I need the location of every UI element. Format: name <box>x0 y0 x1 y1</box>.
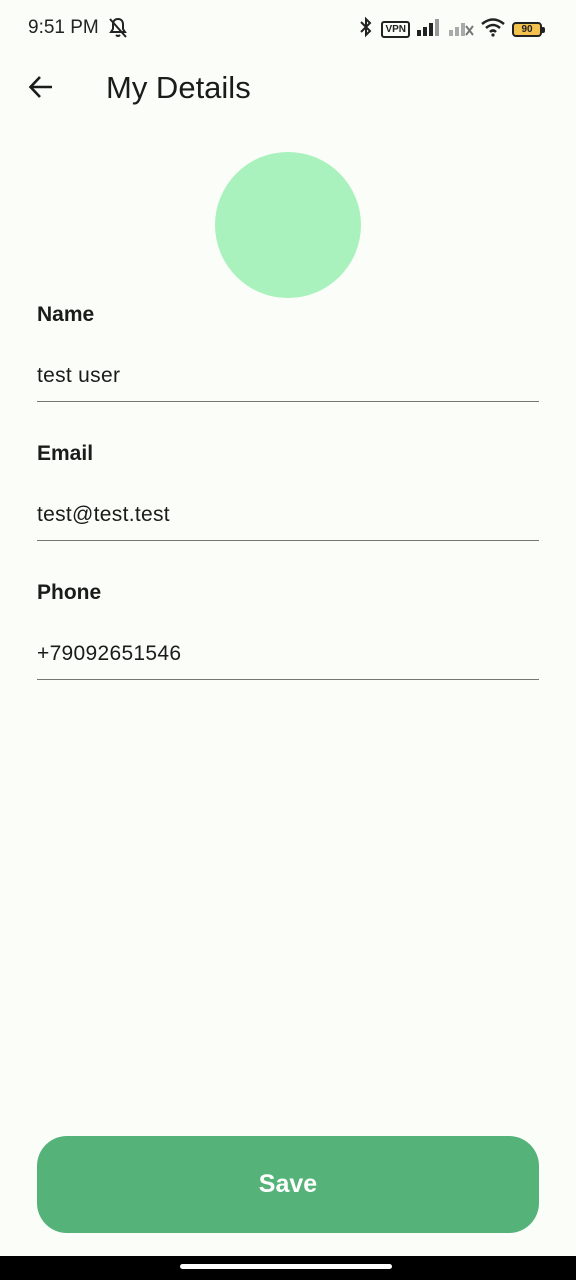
navigation-bar <box>0 1256 576 1280</box>
signal-icon <box>416 18 442 41</box>
battery-level: 90 <box>521 23 533 35</box>
vpn-icon: VPN <box>381 20 410 38</box>
email-input[interactable] <box>37 489 539 541</box>
bell-off-icon <box>106 16 130 40</box>
back-button[interactable] <box>20 68 62 110</box>
arrow-left-icon <box>27 73 55 106</box>
status-icons: VPN 90 <box>357 16 545 43</box>
name-label: Name <box>37 303 95 326</box>
bluetooth-icon <box>357 16 375 43</box>
wifi-icon <box>480 17 506 42</box>
home-indicator[interactable] <box>180 1264 392 1269</box>
phone-input[interactable] <box>37 628 539 680</box>
battery-icon: 90 <box>512 21 545 37</box>
page-title: My Details <box>106 70 251 105</box>
status-bar: 9:51 PM VPN 90 <box>0 0 576 60</box>
save-button[interactable]: Save <box>37 1136 539 1233</box>
avatar[interactable] <box>215 152 361 298</box>
email-label: Email <box>37 442 94 465</box>
phone-label: Phone <box>37 581 102 604</box>
name-input[interactable] <box>37 350 539 402</box>
status-time: 9:51 PM <box>28 17 99 38</box>
app-bar: My Details <box>0 60 576 116</box>
signal-no-service-icon <box>448 18 474 41</box>
